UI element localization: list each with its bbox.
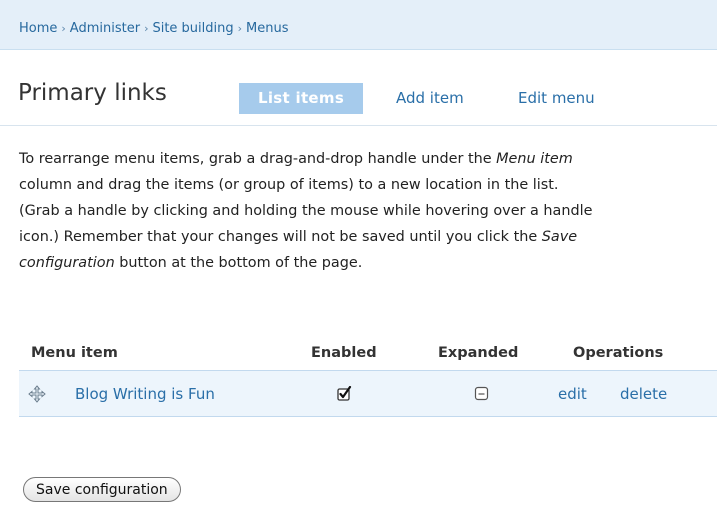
drag-handle-icon[interactable]	[28, 385, 46, 403]
breadcrumb-administer[interactable]: Administer	[70, 21, 140, 36]
help-text-segment: icon.) Remember that your changes will n…	[19, 229, 542, 245]
breadcrumb-bar: Home › Administer › Site building › Menus	[0, 0, 717, 50]
help-text-emphasis: configuration	[19, 255, 115, 271]
help-line: column and drag the items (or group of i…	[19, 177, 559, 193]
breadcrumb-separator: ›	[61, 22, 66, 35]
breadcrumb: Home › Administer › Site building › Menus	[19, 21, 289, 36]
menu-item-link[interactable]: Blog Writing is Fun	[75, 385, 215, 403]
help-text-emphasis: Save	[541, 229, 578, 245]
tab-list-items[interactable]: List items	[239, 83, 364, 114]
help-line: icon.) Remember that your changes will n…	[19, 224, 717, 250]
menu-table: Menu item Enabled Expanded Operations Bl…	[19, 336, 717, 417]
tab-edit-menu[interactable]: Edit menu	[499, 83, 614, 114]
header-enabled: Enabled	[311, 345, 377, 361]
header-expanded: Expanded	[438, 345, 519, 361]
tab-add-item[interactable]: Add item	[377, 83, 483, 114]
delete-link[interactable]: delete	[620, 385, 667, 403]
breadcrumb-site-building[interactable]: Site building	[152, 21, 233, 36]
table-header: Menu item Enabled Expanded Operations	[19, 336, 717, 370]
help-text-segment: To rearrange menu items, grab a drag-and…	[19, 151, 497, 167]
help-line: configuration button at the bottom of th…	[19, 250, 717, 276]
header-operations: Operations	[573, 345, 664, 361]
help-text: To rearrange menu items, grab a drag-and…	[19, 146, 717, 276]
breadcrumb-menus[interactable]: Menus	[246, 21, 288, 36]
help-line: (Grab a handle by clicking and holding t…	[19, 203, 593, 219]
help-text-segment: button at the bottom of the page.	[114, 255, 363, 271]
enabled-checkbox[interactable]	[337, 386, 352, 401]
breadcrumb-home[interactable]: Home	[19, 21, 57, 36]
breadcrumb-separator: ›	[237, 22, 243, 35]
header-menu-item: Menu item	[31, 345, 118, 361]
edit-link[interactable]: edit	[558, 385, 587, 403]
table-row: Blog Writing is Fun edit delete	[19, 370, 717, 417]
help-text-emphasis: Menu item	[496, 151, 573, 167]
title-row: Primary links List items Add item Edit m…	[0, 50, 717, 126]
breadcrumb-separator: ›	[144, 22, 149, 35]
help-line: To rearrange menu items, grab a drag-and…	[19, 146, 717, 172]
drag-handle-icon-svg	[28, 385, 46, 403]
expanded-checkbox[interactable]	[474, 386, 489, 401]
save-configuration-button[interactable]: Save configuration	[23, 477, 181, 502]
page-title: Primary links	[18, 80, 167, 106]
